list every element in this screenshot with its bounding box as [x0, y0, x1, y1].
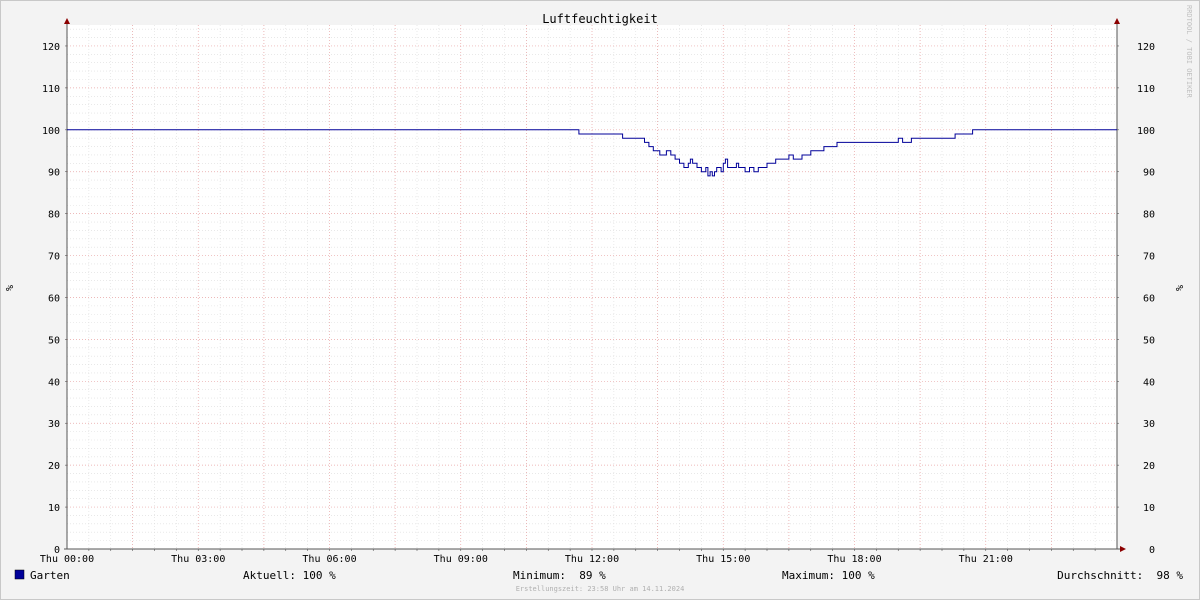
y-axis-arrow-left [64, 18, 70, 24]
y-tick-label-right: 80 [1143, 210, 1155, 221]
humidity-chart: 0 010 1020 2030 3040 4050 5060 6070 7080 8090 9010… [5, 5, 1193, 593]
y-tick-label-left: 90 [48, 168, 60, 179]
y-tick-label-right: 100 [1137, 126, 1155, 137]
y-tick-label-right: 30 [1143, 419, 1155, 430]
y-tick-label-right: 90 [1143, 168, 1155, 179]
x-tick-label: Thu 03:00 [171, 554, 225, 565]
y-tick-label-left: 70 [48, 252, 60, 263]
legend-current: Aktuell: 100 % [243, 569, 336, 582]
y-tick-label-right: 110 [1137, 84, 1155, 95]
y-tick-label-left: 110 [42, 84, 60, 95]
creation-time-footer: Erstellungszeit: 23:58 Uhr am 14.11.2024 [516, 585, 685, 593]
y-tick-label-right: 70 [1143, 252, 1155, 263]
y-tick-label-left: 30 [48, 419, 60, 430]
x-tick-label: Thu 09:00 [434, 554, 488, 565]
y-tick-label-right: 20 [1143, 461, 1155, 472]
y-axis-label-right: % [1175, 285, 1186, 291]
y-tick-label-right: 0 [1149, 545, 1155, 556]
y-tick-label-left: 20 [48, 461, 60, 472]
x-tick-label: Thu 21:00 [959, 554, 1013, 565]
legend-series-label: Garten [30, 569, 70, 582]
x-tick-label: Thu 06:00 [302, 554, 356, 565]
y-tick-label-right: 60 [1143, 293, 1155, 304]
y-tick-label-right: 50 [1143, 335, 1155, 346]
y-tick-label-left: 100 [42, 126, 60, 137]
y-tick-label-right: 40 [1143, 377, 1155, 388]
x-axis-arrow [1120, 546, 1126, 552]
chart-title: Luftfeuchtigkeit [542, 12, 658, 26]
legend-swatch-garten [14, 569, 25, 580]
y-axis-label-left: % [5, 285, 16, 291]
x-tick-label: Thu 00:00 [40, 554, 94, 565]
y-tick-label-left: 120 [42, 42, 60, 53]
legend-minimum: Minimum: 89 % [513, 569, 606, 582]
x-tick-label: Thu 15:00 [696, 554, 750, 565]
x-tick-label: Thu 12:00 [565, 554, 619, 565]
y-axis-arrow-right [1114, 18, 1120, 24]
x-tick-label: Thu 18:00 [827, 554, 881, 565]
legend-maximum: Maximum: 100 % [782, 569, 875, 582]
y-tick-label-left: 80 [48, 210, 60, 221]
y-tick-label-left: 50 [48, 335, 60, 346]
y-tick-label-left: 10 [48, 503, 60, 514]
y-tick-label-left: 40 [48, 377, 60, 388]
y-tick-label-left: 60 [48, 293, 60, 304]
legend-average: Durchschnitt: 98 % [1057, 569, 1183, 582]
watermark: RRDTOOL / TOBI OETIKER [1185, 5, 1193, 99]
y-tick-label-right: 120 [1137, 42, 1155, 53]
y-tick-label-right: 10 [1143, 503, 1155, 514]
